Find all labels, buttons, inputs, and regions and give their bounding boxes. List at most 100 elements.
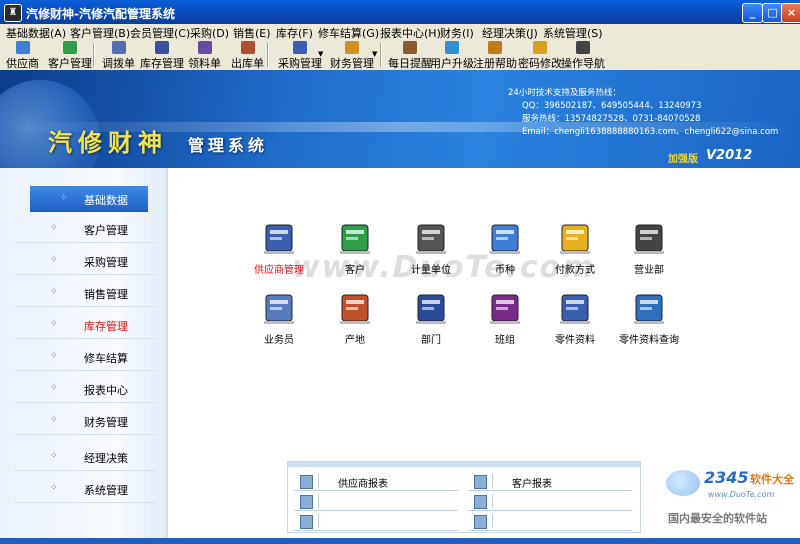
toolbar-label: 库存管理 (140, 57, 184, 70)
menu-item[interactable]: 经理决策(J) (482, 25, 538, 41)
sidebar-item[interactable]: ⁘ 库存管理 (14, 312, 156, 339)
module-button[interactable]: 营业部 (604, 222, 694, 284)
sidebar-item-label: 系统管理 (84, 484, 128, 497)
menu-item[interactable]: 基础数据(A) (6, 25, 66, 41)
toolbar-label: 每日提醒 (388, 57, 432, 70)
maximize-button[interactable]: □ (762, 3, 783, 23)
slogan: 国内最安全的软件站 (668, 512, 767, 525)
sidebar-item[interactable]: ⁘ 采购管理 (14, 248, 156, 275)
toolbar-button[interactable]: 采购管理 (278, 41, 322, 70)
report-label: 供应商报表 (338, 479, 388, 490)
bullet-icon: ⁘ (50, 319, 58, 329)
support-qq: QQ：39650218​7、649505444、13240973 (522, 101, 702, 111)
sidebar: ⁘ 基础数据 ⁘ 客户管理 ⁘ 采购管理 ⁘ 销售管理 ⁘ 库存管理 ⁘ 修车结算 ⁘ 报表中心 ⁘ 财务管理… (0, 168, 168, 538)
toolbar-button[interactable]: 供应商 (6, 41, 39, 70)
bullet-icon: ⁘ (50, 483, 58, 493)
module-icon (560, 224, 590, 254)
module-icon (490, 294, 520, 324)
sidebar-item-label: 采购管理 (84, 256, 128, 269)
toolbar-button[interactable]: 出库单 (231, 41, 264, 70)
support-email: Email：chengli1638888880163.com、chengli62… (522, 127, 779, 137)
toolbar-button[interactable]: 用户升级 (430, 41, 474, 70)
toolbar-button[interactable]: 领料单 (188, 41, 221, 70)
toolbar-button[interactable]: 库存管理 (140, 41, 184, 70)
toolbar-button[interactable]: 财务管理 (330, 41, 374, 70)
close-button[interactable]: × (781, 3, 800, 23)
menu-item[interactable]: 采购(D) (190, 25, 229, 41)
sidebar-item-label: 财务管理 (84, 416, 128, 429)
menu-item[interactable]: 库存(F) (276, 25, 313, 41)
sidebar-item[interactable]: ⁘ 基础数据 (30, 186, 148, 212)
toolbar-label: 财务管理 (330, 57, 374, 70)
bullet-icon: ⁘ (50, 287, 58, 297)
menu-item[interactable]: 客户管理(B) (70, 25, 130, 41)
sidebar-item[interactable]: ⁘ 财务管理 (14, 408, 156, 435)
sidebar-item[interactable]: ⁘ 客户管理 (14, 216, 156, 243)
module-icon (416, 224, 446, 254)
report-divider (492, 474, 493, 488)
menu-item[interactable]: 会员管理(C) (130, 25, 190, 41)
bullet-icon: ⁘ (50, 255, 58, 265)
banner: 汽修财神 管理系统 24小时技术支持及服务热线： QQ：39650218​7、6… (0, 70, 800, 168)
toolbar-icon (155, 41, 169, 54)
toolbar-separator (380, 43, 382, 67)
toolbar-icon (197, 41, 212, 54)
menu-item[interactable]: 财务(I) (440, 25, 474, 41)
bullet-icon: ⁘ (50, 223, 58, 233)
sidebar-item[interactable]: ⁘ 经理决策 (14, 444, 156, 471)
module-label: 营业部 (634, 265, 664, 276)
logo-number: 2345 (704, 468, 749, 487)
toolbar-label: 出库单 (231, 57, 264, 70)
report-row[interactable] (294, 512, 458, 531)
support-title: 24小时技术支持及服务热线： (508, 88, 621, 98)
report-icon (300, 495, 313, 509)
report-row[interactable] (468, 512, 632, 531)
report-divider (318, 514, 319, 528)
sidebar-item-label: 销售管理 (84, 288, 128, 301)
corner-logo: 2345 软件大全 www.DuoTe.com (660, 466, 798, 506)
version-label: V2012 (706, 148, 753, 163)
sidebar-item[interactable]: ⁘ 系统管理 (14, 476, 156, 503)
report-icon (474, 495, 487, 509)
support-info: 24小时技术支持及服务热线： QQ：39650218​7、649505444、1… (508, 87, 778, 139)
module-icon (264, 294, 294, 324)
app-icon[interactable]: ♜ (4, 4, 22, 22)
report-row[interactable] (468, 492, 632, 511)
toolbar-button[interactable]: 密码修改 (518, 41, 562, 70)
toolbar-label: 用户升级 (430, 57, 474, 70)
module-icon (490, 224, 520, 254)
sidebar-item[interactable]: ⁘ 销售管理 (14, 280, 156, 307)
toolbar-label: 操作导航 (561, 57, 605, 70)
menu-item[interactable]: 修车结算(G) (318, 25, 379, 41)
report-divider (492, 494, 493, 508)
report-row[interactable]: 供应商报表 (294, 472, 458, 491)
menu-item[interactable]: 销售(E) (233, 25, 271, 41)
minimize-button[interactable]: _ (742, 3, 763, 23)
toolbar-icon (240, 41, 255, 54)
report-row[interactable] (294, 492, 458, 511)
sidebar-item[interactable]: ⁘ 修车结算 (14, 344, 156, 371)
module-label: 零件资料查询 (619, 335, 679, 346)
module-button[interactable]: 零件资料查询 (604, 292, 694, 354)
module-icon (340, 224, 370, 254)
toolbar-button[interactable]: 客户管理 (48, 41, 92, 70)
logo-text: 软件大全 (750, 473, 794, 486)
toolbar-label: 客户管理 (48, 57, 92, 70)
report-icon (474, 475, 487, 489)
sidebar-item[interactable]: ⁘ 报表中心 (14, 376, 156, 403)
toolbar-button[interactable]: 注册帮助 (473, 41, 517, 70)
toolbar-icon (345, 41, 359, 54)
toolbar-button[interactable]: 每日提醒 (388, 41, 432, 70)
bullet-icon: ⁘ (50, 415, 58, 425)
module-icon (560, 294, 590, 324)
toolbar-button[interactable]: 调拨单 (102, 41, 135, 70)
menu-item[interactable]: 报表中心(H) (380, 25, 441, 41)
toolbar-button[interactable]: 操作导航 (561, 41, 605, 70)
menu-item[interactable]: 系统管理(S) (543, 25, 603, 41)
sidebar-item-label: 经理决策 (84, 452, 128, 465)
report-row[interactable]: 客户报表 (468, 472, 632, 491)
bullet-icon: ⁘ (50, 383, 58, 393)
toolbar-label: 供应商 (6, 57, 39, 70)
toolbar-icon (293, 41, 307, 54)
reports-header (288, 462, 640, 467)
